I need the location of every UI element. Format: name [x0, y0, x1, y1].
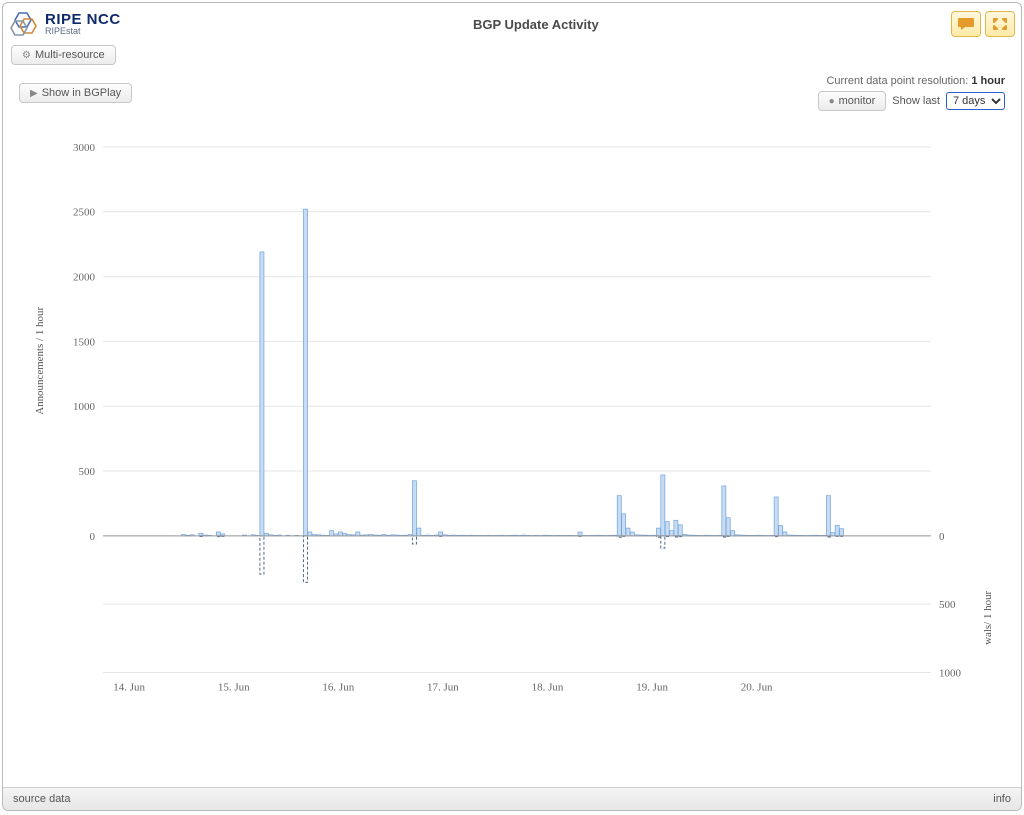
chart-svg[interactable]: 0 500 1000 1500 2000 2500 3000 0 500 1000 14. Jun 1… — [3, 135, 1021, 782]
svg-text:500: 500 — [939, 599, 956, 611]
svg-text:20. Jun: 20. Jun — [741, 681, 773, 693]
hexagon-logo-icon — [9, 9, 41, 39]
svg-text:500: 500 — [79, 466, 96, 478]
brand-logo[interactable]: RIPE NCC RIPEstat — [9, 9, 121, 39]
header-actions — [951, 11, 1015, 37]
speech-bubble-icon — [957, 16, 975, 32]
svg-text:Announcements / 1 hour: Announcements / 1 hour — [34, 307, 46, 415]
widget-frame: RIPE NCC RIPEstat BGP Update Activity — [2, 2, 1022, 811]
show-last-select[interactable]: 7 days — [946, 92, 1005, 110]
svg-text:1000: 1000 — [939, 668, 962, 680]
svg-text:19. Jun: 19. Jun — [636, 681, 668, 693]
expand-icon — [991, 16, 1009, 32]
footer: source data info — [3, 787, 1021, 810]
multi-resource-button[interactable]: ⚙ Multi-resource — [11, 45, 116, 65]
svg-text:16. Jun: 16. Jun — [322, 681, 354, 693]
play-icon: ▶ — [30, 88, 38, 99]
comment-button[interactable] — [951, 11, 981, 37]
svg-text:18. Jun: 18. Jun — [532, 681, 564, 693]
monitor-label: monitor — [839, 95, 876, 107]
svg-text:0: 0 — [90, 531, 96, 543]
chart-area: 0 500 1000 1500 2000 2500 3000 0 500 1000 14. Jun 1… — [3, 135, 1021, 782]
resolution-prefix: Current data point resolution: — [826, 75, 971, 87]
svg-text:0: 0 — [939, 531, 945, 543]
brand-line1: RIPE NCC — [45, 12, 121, 27]
gear-icon: ⚙ — [22, 50, 31, 61]
bgplay-label: Show in BGPlay — [42, 87, 121, 99]
source-data-link[interactable]: source data — [13, 793, 70, 805]
svg-text:17. Jun: 17. Jun — [427, 681, 459, 693]
info-link[interactable]: info — [993, 793, 1011, 805]
svg-text:14. Jun: 14. Jun — [113, 681, 145, 693]
svg-text:1500: 1500 — [73, 336, 96, 348]
svg-text:15. Jun: 15. Jun — [218, 681, 250, 693]
controls-row: ▶ Show in BGPlay Current data point reso… — [3, 65, 1021, 111]
brand-line2: RIPEstat — [45, 27, 121, 36]
bullet-icon: ● — [829, 96, 835, 107]
show-in-bgplay-button[interactable]: ▶ Show in BGPlay — [19, 83, 132, 103]
show-last-label: Show last — [892, 95, 940, 107]
multi-resource-label: Multi-resource — [35, 49, 105, 61]
widget-title: BGP Update Activity — [121, 17, 951, 32]
svg-text:3000: 3000 — [73, 142, 96, 154]
monitor-button[interactable]: ● monitor — [818, 91, 887, 111]
controls-right: Current data point resolution: 1 hour ● … — [818, 75, 1005, 111]
svg-text:2000: 2000 — [73, 272, 96, 284]
toolbar: ⚙ Multi-resource — [3, 41, 1021, 65]
svg-text:wals/ 1 hour: wals/ 1 hour — [982, 590, 994, 644]
expand-button[interactable] — [985, 11, 1015, 37]
resolution-value: 1 hour — [971, 75, 1005, 87]
svg-text:1000: 1000 — [73, 401, 96, 413]
svg-text:2500: 2500 — [73, 207, 96, 219]
resolution-text: Current data point resolution: 1 hour — [826, 75, 1005, 87]
brand-text: RIPE NCC RIPEstat — [45, 12, 121, 36]
header: RIPE NCC RIPEstat BGP Update Activity — [3, 3, 1021, 41]
